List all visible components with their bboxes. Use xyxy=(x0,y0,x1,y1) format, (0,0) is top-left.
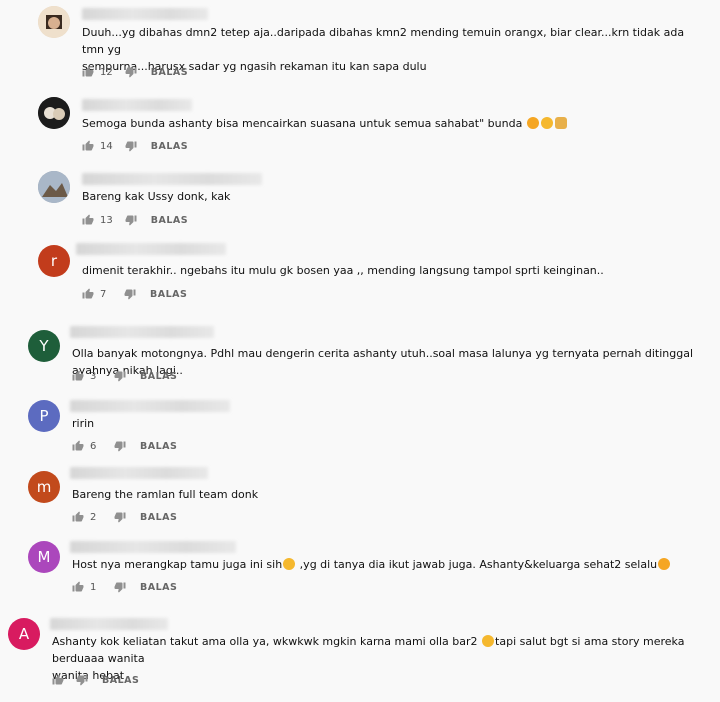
thumbs-down-icon[interactable] xyxy=(114,370,126,382)
comment-text: Bareng kak Ussy donk, kak xyxy=(82,190,231,203)
avatar[interactable]: Y xyxy=(28,330,60,362)
smile-emoji-icon xyxy=(540,117,553,129)
comment-actions: 13 BALAS xyxy=(82,212,188,228)
comment-text: Bareng the ramlan full team donk xyxy=(72,488,259,501)
author-name[interactable] xyxy=(82,99,192,111)
reply-button[interactable]: BALAS xyxy=(151,67,188,78)
rofl-emoji-icon xyxy=(283,558,296,570)
author-name[interactable] xyxy=(50,618,168,630)
avatar-image-icon xyxy=(38,97,70,129)
like-count: 3 xyxy=(90,370,97,382)
avatar[interactable] xyxy=(38,171,70,203)
avatar-letter: m xyxy=(36,478,52,496)
thumbs-down-icon[interactable] xyxy=(124,288,136,300)
comment-actions: BALAS xyxy=(52,672,139,688)
like-count: 14 xyxy=(100,140,113,152)
avatar[interactable]: P xyxy=(28,400,60,432)
author-name[interactable] xyxy=(76,243,226,255)
avatar[interactable]: r xyxy=(38,245,70,277)
comment-actions: 1 BALAS xyxy=(72,579,177,595)
thumbs-up-icon[interactable] xyxy=(82,66,94,78)
comment-actions: 3 BALAS xyxy=(72,368,177,384)
thumbs-up-icon[interactable] xyxy=(72,440,84,452)
avatar-image-icon xyxy=(38,171,70,203)
avatar[interactable]: A xyxy=(8,618,40,650)
thumbs-down-icon[interactable] xyxy=(125,66,137,78)
thumbs-down-icon[interactable] xyxy=(76,674,88,686)
smiling-hearts-emoji-icon xyxy=(658,558,671,570)
thumbs-down-icon[interactable] xyxy=(114,581,126,593)
thumbs-up-icon[interactable] xyxy=(82,140,94,152)
reply-button[interactable]: BALAS xyxy=(102,675,139,686)
thumbs-up-icon[interactable] xyxy=(72,370,84,382)
like-count: 13 xyxy=(100,214,113,226)
like-count: 2 xyxy=(90,511,97,523)
author-name[interactable] xyxy=(70,326,214,338)
avatar[interactable]: M xyxy=(28,541,60,573)
avatar-letter: r xyxy=(50,252,58,270)
heart-eyes-emoji-icon xyxy=(526,117,539,129)
author-name[interactable] xyxy=(82,8,208,20)
pray-emoji-icon xyxy=(554,117,567,129)
avatar-letter: M xyxy=(37,548,51,566)
like-count: 6 xyxy=(90,440,97,452)
avatar-letter: P xyxy=(39,407,49,425)
thumbs-up-icon[interactable] xyxy=(52,674,64,686)
comment-actions: 7 BALAS xyxy=(82,286,187,302)
avatar-letter: A xyxy=(18,625,30,643)
rofl-emoji-icon xyxy=(482,635,495,647)
comment-text: ririn xyxy=(72,417,95,430)
comment-actions: 14 BALAS xyxy=(82,138,188,154)
thumbs-up-icon[interactable] xyxy=(82,288,94,300)
author-name[interactable] xyxy=(70,541,236,553)
thumbs-up-icon[interactable] xyxy=(72,581,84,593)
avatar-image-icon xyxy=(38,6,70,38)
author-name[interactable] xyxy=(70,467,208,479)
comment-text: Host nya merangkap tamu juga ini sih ,yg… xyxy=(72,556,712,573)
like-count: 1 xyxy=(90,581,97,593)
avatar[interactable] xyxy=(38,6,70,38)
reply-button[interactable]: BALAS xyxy=(140,441,177,452)
like-count: 7 xyxy=(100,288,107,300)
reply-button[interactable]: BALAS xyxy=(151,215,188,226)
comment-actions: 2 BALAS xyxy=(72,509,177,525)
thumbs-up-icon[interactable] xyxy=(82,214,94,226)
reply-button[interactable]: BALAS xyxy=(140,582,177,593)
comment-text: Semoga bunda ashanty bisa mencairkan sua… xyxy=(82,115,702,132)
thumbs-down-icon[interactable] xyxy=(114,440,126,452)
comment-text: dimenit terakhir.. ngebahs itu mulu gk b… xyxy=(82,264,604,277)
comment-text: Ashanty kok keliatan takut ama olla ya, … xyxy=(52,635,685,682)
reply-button[interactable]: BALAS xyxy=(140,512,177,523)
comment-actions: 12 BALAS xyxy=(82,64,188,80)
comment-actions: 6 BALAS xyxy=(72,438,177,454)
thumbs-up-icon[interactable] xyxy=(72,511,84,523)
avatar[interactable]: m xyxy=(28,471,60,503)
reply-button[interactable]: BALAS xyxy=(140,371,177,382)
author-name[interactable] xyxy=(82,173,262,185)
thumbs-down-icon[interactable] xyxy=(114,511,126,523)
reply-button[interactable]: BALAS xyxy=(151,141,188,152)
like-count: 12 xyxy=(100,66,113,78)
thumbs-down-icon[interactable] xyxy=(125,214,137,226)
avatar-letter: Y xyxy=(39,337,49,355)
author-name[interactable] xyxy=(70,400,230,412)
reply-button[interactable]: BALAS xyxy=(150,289,187,300)
thumbs-down-icon[interactable] xyxy=(125,140,137,152)
avatar[interactable] xyxy=(38,97,70,129)
